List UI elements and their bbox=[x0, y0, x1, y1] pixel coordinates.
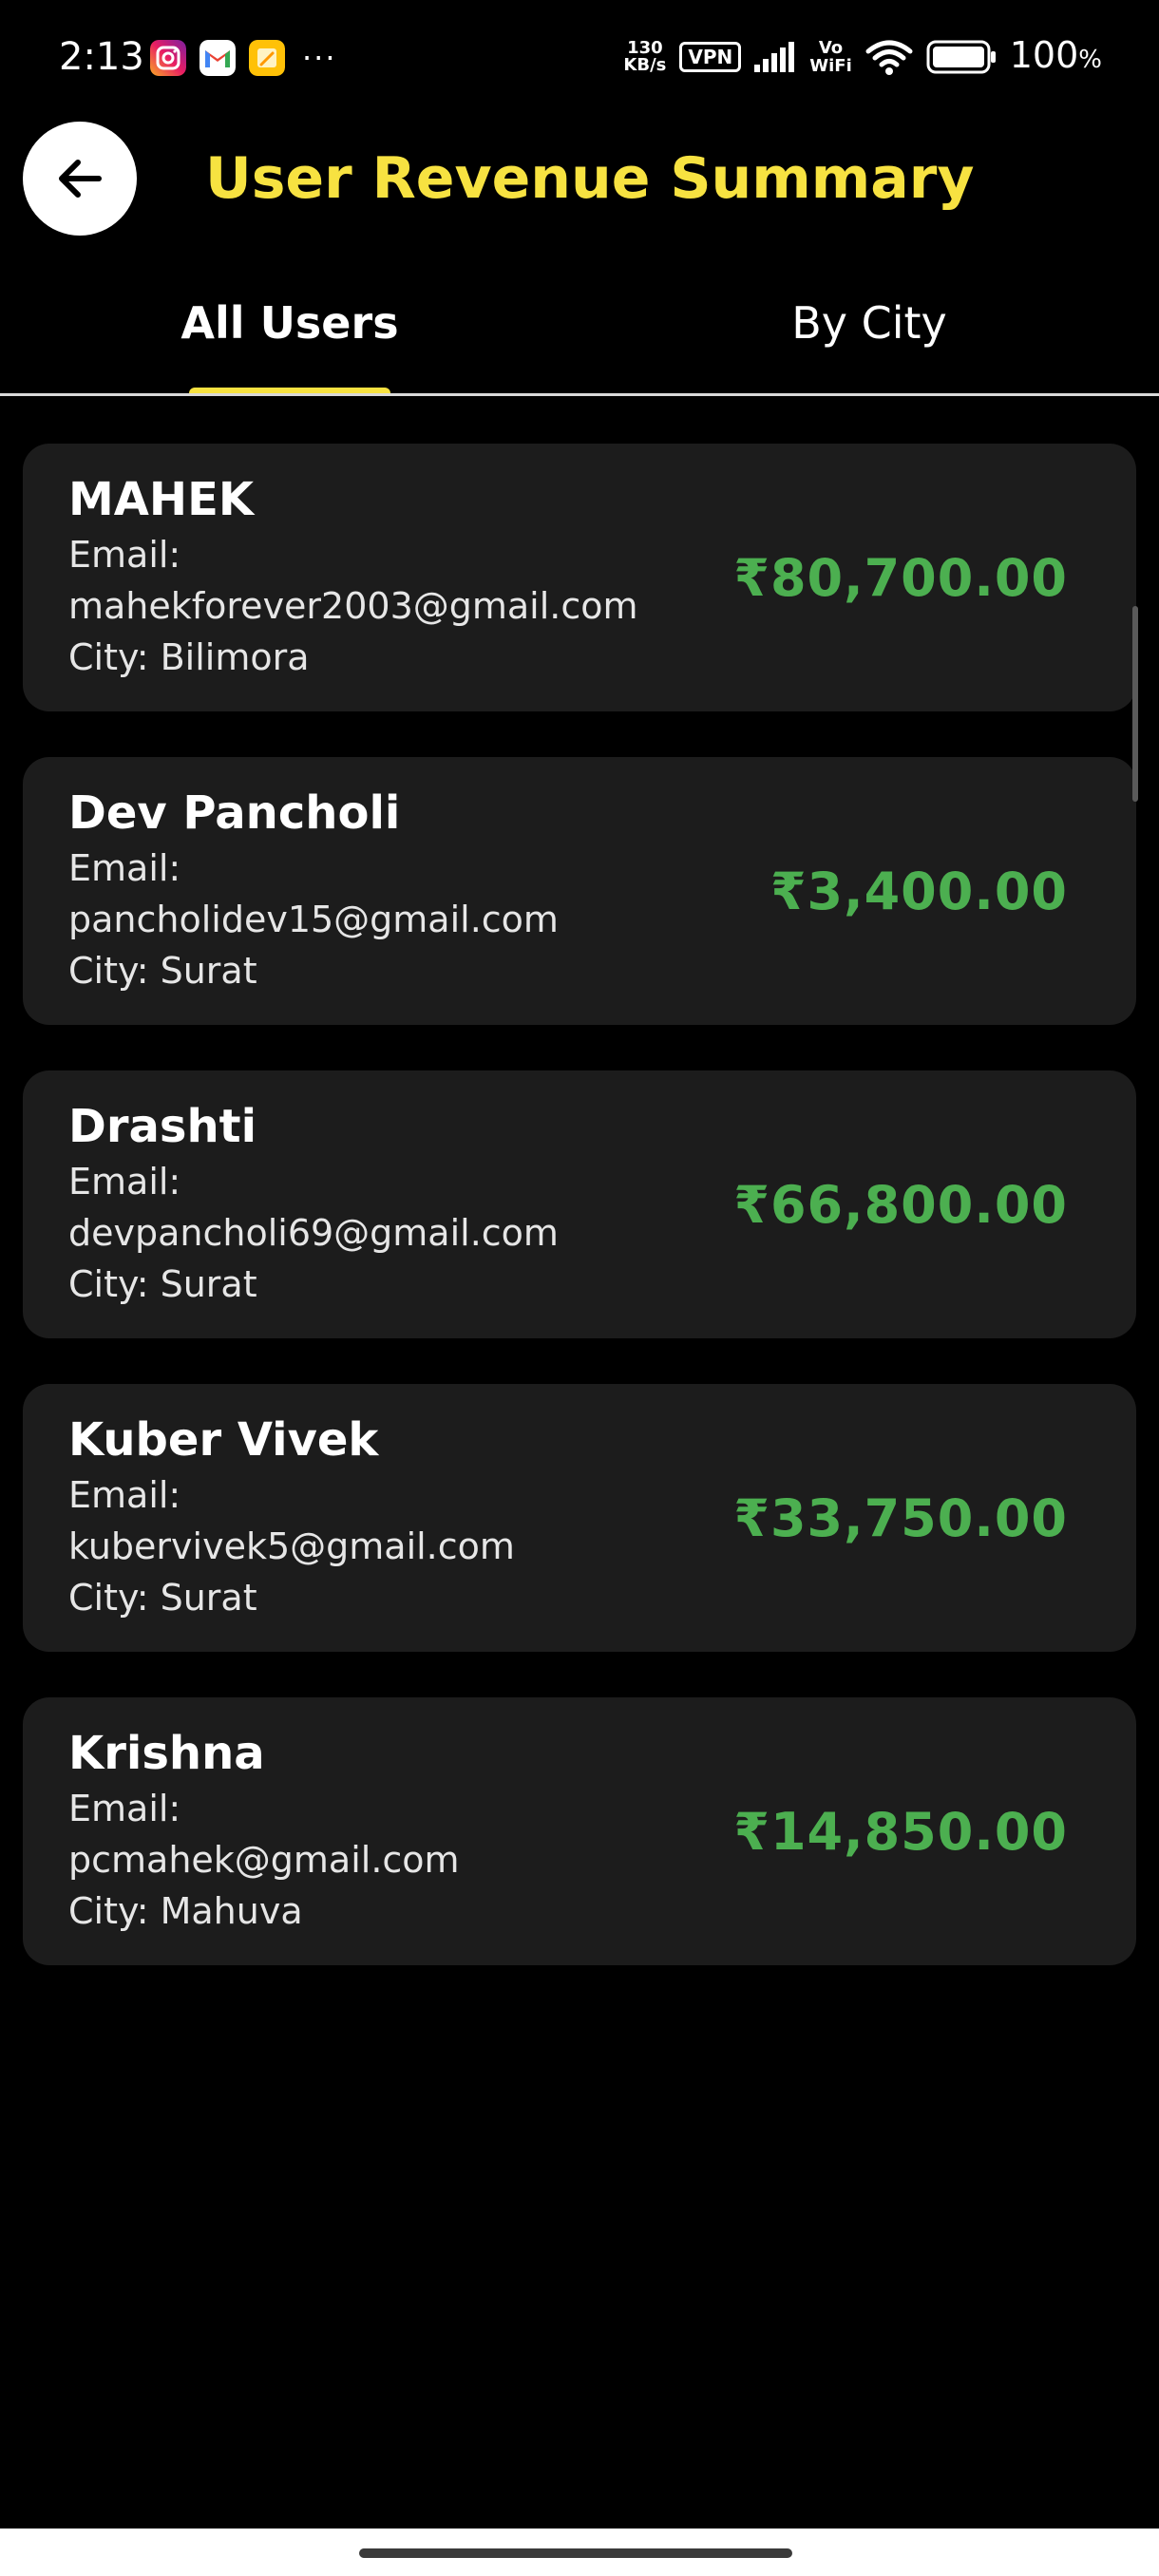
status-bar: 2:13 ··· 130 KB/s VPN Vo WiFi 100% bbox=[0, 0, 1159, 112]
email-label: Email: bbox=[68, 847, 181, 889]
user-email: mahekforever2003@gmail.com bbox=[68, 585, 638, 627]
scrollbar-thumb[interactable] bbox=[1132, 606, 1138, 802]
user-card[interactable]: Krishna Email: pcmahek@gmail.com City: M… bbox=[23, 1697, 1136, 1965]
email-label: Email: bbox=[68, 1788, 181, 1829]
battery-percentage: 100% bbox=[1010, 30, 1102, 85]
battery-icon bbox=[926, 40, 996, 74]
tab-by-city[interactable]: By City bbox=[580, 277, 1159, 395]
signal-icon bbox=[754, 42, 795, 72]
user-name: Dev Pancholi bbox=[68, 786, 401, 840]
user-revenue: ₹3,400.00 bbox=[770, 862, 1068, 921]
network-speed-unit: KB/s bbox=[623, 55, 667, 75]
tab-bar: All Users By City bbox=[0, 277, 1159, 395]
user-revenue: ₹33,750.00 bbox=[733, 1488, 1068, 1548]
user-revenue: ₹14,850.00 bbox=[733, 1802, 1068, 1862]
user-email: kubervivek5@gmail.com bbox=[68, 1525, 515, 1567]
user-email: pancholidev15@gmail.com bbox=[68, 899, 559, 940]
user-info: Dev Pancholi Email: pancholidev15@gmail.… bbox=[68, 784, 714, 996]
network-speed: 130 KB/s bbox=[623, 40, 666, 74]
back-button[interactable] bbox=[23, 122, 137, 236]
page-title: User Revenue Summary bbox=[205, 145, 975, 212]
user-city: City: Surat bbox=[68, 1577, 257, 1619]
user-name: Krishna bbox=[68, 1727, 265, 1780]
tab-divider bbox=[0, 393, 1159, 396]
user-info: Krishna Email: pcmahek@gmail.com City: M… bbox=[68, 1724, 714, 1937]
email-label: Email: bbox=[68, 1161, 181, 1203]
email-label: Email: bbox=[68, 534, 181, 576]
user-info: Drashti Email: devpancholi69@gmail.com C… bbox=[68, 1097, 714, 1310]
battery-unit: % bbox=[1078, 45, 1102, 74]
home-indicator[interactable] bbox=[359, 2548, 792, 2558]
user-card[interactable]: Kuber Vivek Email: kubervivek5@gmail.com… bbox=[23, 1384, 1136, 1652]
instagram-icon bbox=[150, 40, 186, 76]
user-email: pcmahek@gmail.com bbox=[68, 1839, 460, 1881]
user-city: City: Mahuva bbox=[68, 1890, 303, 1932]
gmail-icon bbox=[200, 40, 236, 76]
user-city: City: Surat bbox=[68, 1263, 257, 1305]
tab-all-users[interactable]: All Users bbox=[0, 277, 580, 395]
tab-label: All Users bbox=[180, 297, 399, 349]
tab-label: By City bbox=[791, 297, 947, 349]
user-name: Kuber Vivek bbox=[68, 1413, 379, 1467]
user-revenue: ₹80,700.00 bbox=[733, 548, 1068, 608]
arrow-left-icon bbox=[59, 160, 102, 198]
vowifi-icon: Vo WiFi bbox=[809, 39, 852, 75]
email-label: Email: bbox=[68, 1474, 181, 1516]
user-card[interactable]: Dev Pancholi Email: pancholidev15@gmail.… bbox=[23, 757, 1136, 1025]
user-revenue: ₹66,800.00 bbox=[733, 1175, 1068, 1235]
more-notifications-icon: ··· bbox=[302, 40, 337, 76]
vowifi-vo: Vo bbox=[818, 38, 844, 58]
user-card[interactable]: Drashti Email: devpancholi69@gmail.com C… bbox=[23, 1070, 1136, 1338]
user-info: MAHEK Email: mahekforever2003@gmail.com … bbox=[68, 470, 714, 683]
status-time: 2:13 bbox=[59, 35, 144, 79]
notification-icons: ··· bbox=[150, 38, 337, 78]
vpn-icon: VPN bbox=[679, 42, 742, 72]
status-indicators: 130 KB/s VPN Vo WiFi 100% bbox=[623, 32, 1102, 82]
user-city: City: Surat bbox=[68, 950, 257, 992]
user-email: devpancholi69@gmail.com bbox=[68, 1212, 559, 1254]
user-name: MAHEK bbox=[68, 473, 255, 526]
user-list[interactable]: MAHEK Email: mahekforever2003@gmail.com … bbox=[23, 444, 1136, 2011]
vowifi-wifi: WiFi bbox=[809, 56, 852, 76]
user-info: Kuber Vivek Email: kubervivek5@gmail.com… bbox=[68, 1411, 714, 1623]
notes-icon bbox=[249, 40, 285, 76]
user-city: City: Bilimora bbox=[68, 636, 310, 678]
user-card[interactable]: MAHEK Email: mahekforever2003@gmail.com … bbox=[23, 444, 1136, 711]
battery-value: 100 bbox=[1009, 33, 1079, 76]
wifi-icon bbox=[865, 40, 913, 75]
user-name: Drashti bbox=[68, 1100, 257, 1153]
